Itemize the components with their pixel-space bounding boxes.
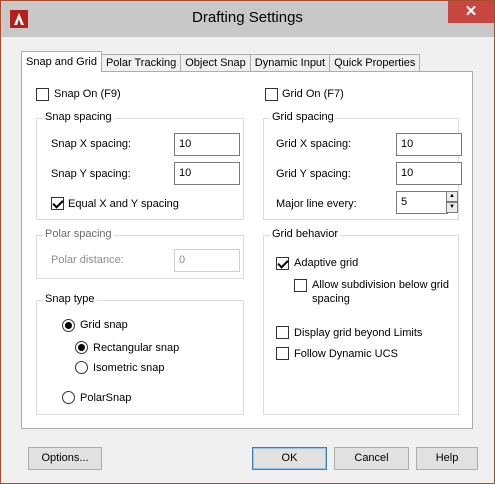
grid-spacing-group: Grid spacing Grid X spacing: 10 Grid Y s… bbox=[263, 111, 462, 220]
tab-dynamic-input[interactable]: Dynamic Input bbox=[249, 54, 331, 72]
follow-dynamic-ucs-checkbox[interactable] bbox=[276, 347, 289, 360]
rectangular-snap-label[interactable]: Rectangular snap bbox=[93, 342, 179, 354]
allow-subdivision-checkbox[interactable] bbox=[294, 279, 307, 292]
cancel-button[interactable]: Cancel bbox=[334, 447, 409, 470]
polar-distance-label: Polar distance: bbox=[51, 254, 124, 266]
grid-behavior-group: Grid behavior Adaptive grid Allow subdiv… bbox=[263, 228, 459, 415]
dialog-title: Drafting Settings bbox=[192, 9, 303, 26]
allow-subdivision-label-line2[interactable]: spacing bbox=[312, 293, 350, 305]
adaptive-grid-checkbox[interactable] bbox=[276, 257, 289, 270]
tab-snap-and-grid[interactable]: Snap and Grid bbox=[21, 51, 102, 72]
title-bar[interactable]: Drafting Settings ✕ bbox=[1, 1, 494, 37]
grid-on-label[interactable]: Grid On (F7) bbox=[282, 88, 344, 100]
snap-y-spacing-label: Snap Y spacing: bbox=[51, 168, 131, 180]
tab-object-snap[interactable]: Object Snap bbox=[180, 54, 251, 72]
grid-x-spacing-input[interactable]: 10 bbox=[396, 133, 462, 156]
polar-spacing-group: Polar spacing Polar distance: 0 bbox=[36, 228, 244, 279]
polar-spacing-title: Polar spacing bbox=[43, 228, 114, 240]
major-line-label: Major line every: bbox=[276, 198, 357, 210]
snap-and-grid-panel: Snap On (F9) Grid On (F7) Snap spacing S… bbox=[21, 71, 473, 429]
grid-behavior-title: Grid behavior bbox=[270, 228, 341, 240]
snap-spacing-title: Snap spacing bbox=[43, 111, 114, 123]
snap-on-checkbox[interactable] bbox=[36, 88, 49, 101]
snap-on-label[interactable]: Snap On (F9) bbox=[54, 88, 121, 100]
equal-xy-spacing-checkbox[interactable] bbox=[51, 197, 64, 210]
drafting-settings-dialog: Drafting Settings ✕ Snap and Grid Polar … bbox=[0, 0, 495, 484]
grid-snap-radio[interactable] bbox=[62, 319, 75, 332]
isometric-snap-label[interactable]: Isometric snap bbox=[93, 362, 165, 374]
display-beyond-limits-label[interactable]: Display grid beyond Limits bbox=[294, 327, 422, 339]
close-button[interactable]: ✕ bbox=[448, 1, 494, 23]
spin-down-icon[interactable]: ▼ bbox=[446, 202, 458, 213]
polar-distance-input: 0 bbox=[174, 249, 240, 272]
snap-x-spacing-input[interactable]: 10 bbox=[174, 133, 240, 156]
isometric-snap-radio[interactable] bbox=[75, 361, 88, 374]
tab-strip: Snap and Grid Polar Tracking Object Snap… bbox=[21, 51, 421, 72]
options-button[interactable]: Options... bbox=[28, 447, 102, 470]
ok-button[interactable]: OK bbox=[252, 447, 327, 470]
major-line-spinner[interactable]: ▲ ▼ bbox=[446, 191, 458, 214]
snap-x-spacing-label: Snap X spacing: bbox=[51, 138, 132, 150]
tab-quick-properties[interactable]: Quick Properties bbox=[329, 54, 421, 72]
grid-spacing-title: Grid spacing bbox=[270, 111, 336, 123]
grid-on-checkbox[interactable] bbox=[265, 88, 278, 101]
tab-polar-tracking[interactable]: Polar Tracking bbox=[100, 54, 182, 72]
polar-snap-radio[interactable] bbox=[62, 391, 75, 404]
snap-type-title: Snap type bbox=[43, 293, 97, 305]
display-beyond-limits-checkbox[interactable] bbox=[276, 326, 289, 339]
snap-y-spacing-input[interactable]: 10 bbox=[174, 162, 240, 185]
adaptive-grid-label[interactable]: Adaptive grid bbox=[294, 257, 358, 269]
follow-dynamic-ucs-label[interactable]: Follow Dynamic UCS bbox=[294, 348, 398, 360]
allow-subdivision-label-line1[interactable]: Allow subdivision below grid bbox=[312, 279, 449, 291]
major-line-input[interactable]: 5 bbox=[396, 191, 448, 214]
help-button[interactable]: Help bbox=[416, 447, 478, 470]
snap-type-group: Snap type Grid snap Rectangular snap Iso… bbox=[36, 293, 244, 415]
spin-up-icon[interactable]: ▲ bbox=[446, 191, 458, 202]
grid-y-spacing-label: Grid Y spacing: bbox=[276, 168, 351, 180]
grid-y-spacing-input[interactable]: 10 bbox=[396, 162, 462, 185]
grid-x-spacing-label: Grid X spacing: bbox=[276, 138, 352, 150]
grid-snap-label[interactable]: Grid snap bbox=[80, 319, 128, 331]
snap-spacing-group: Snap spacing Snap X spacing: 10 Snap Y s… bbox=[36, 111, 244, 220]
rectangular-snap-radio[interactable] bbox=[75, 341, 88, 354]
polar-snap-label[interactable]: PolarSnap bbox=[80, 392, 131, 404]
equal-xy-spacing-label[interactable]: Equal X and Y spacing bbox=[68, 198, 179, 210]
